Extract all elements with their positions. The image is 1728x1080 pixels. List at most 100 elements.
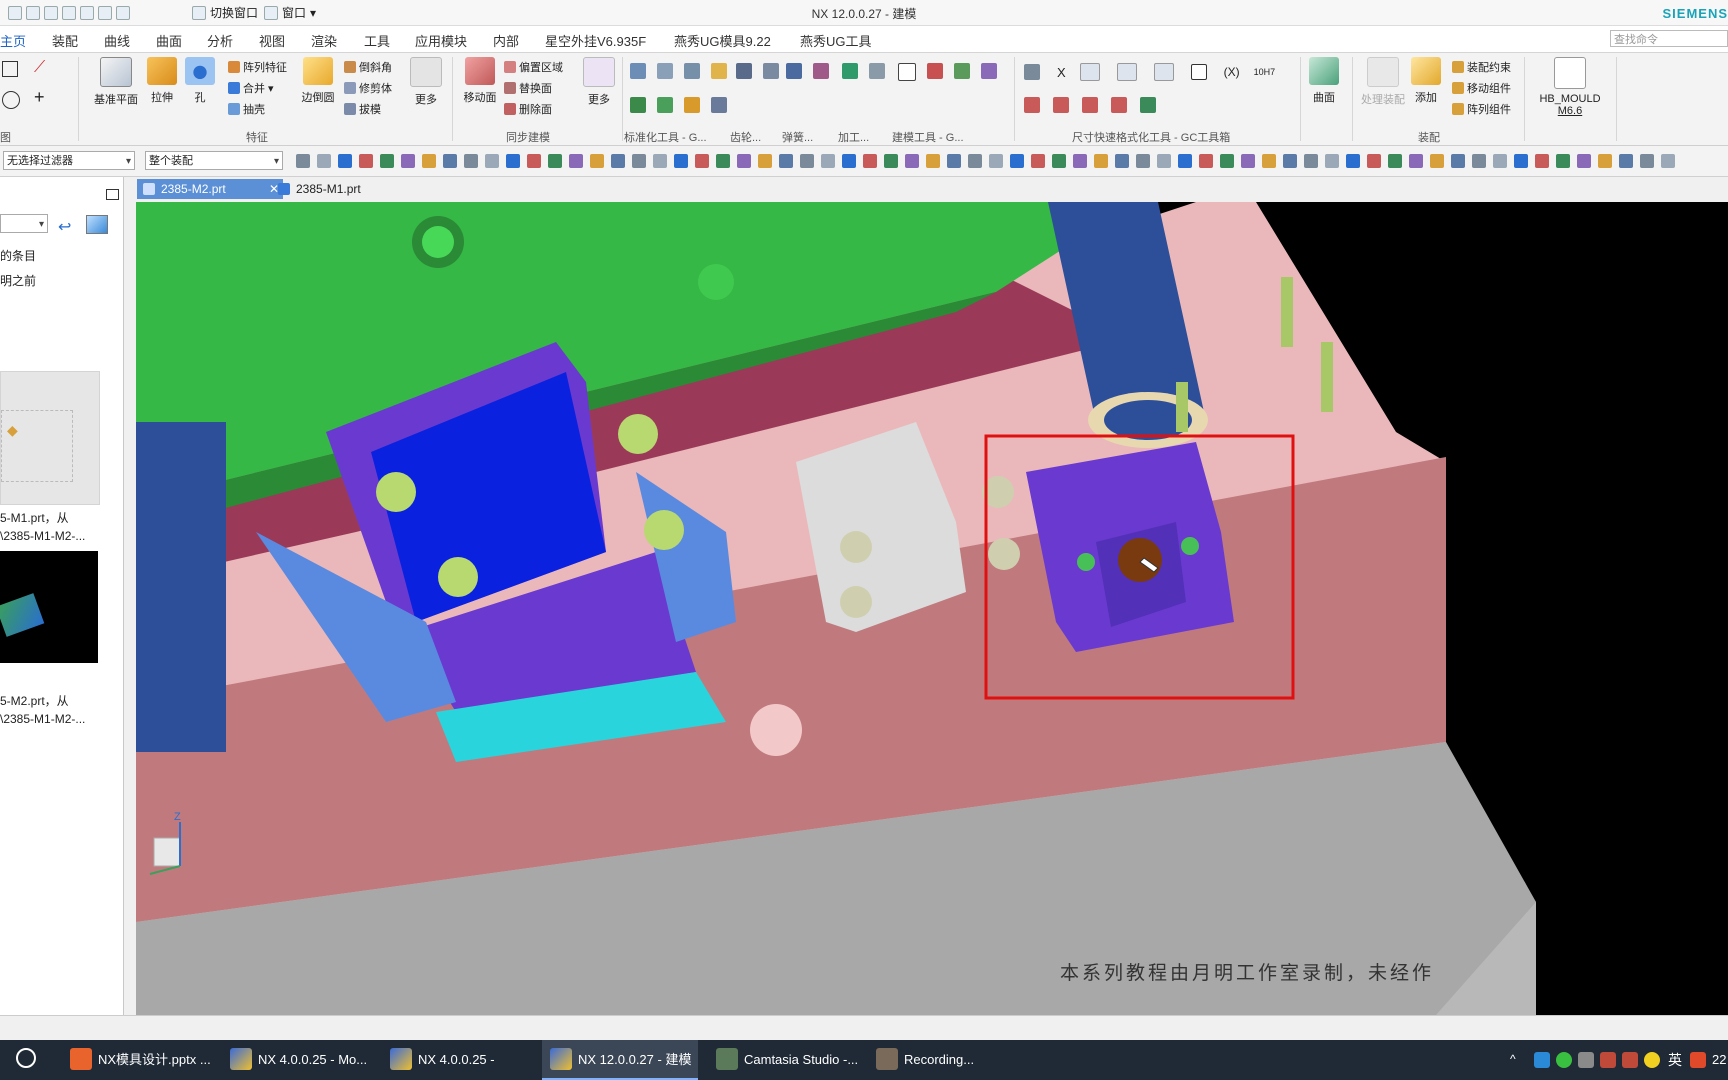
cut-icon[interactable] bbox=[44, 5, 58, 20]
snap-tool-icon[interactable] bbox=[1073, 154, 1087, 168]
snap-tool-icon[interactable] bbox=[569, 154, 583, 168]
snap-tool-icon[interactable] bbox=[653, 154, 667, 168]
std-tool-icon[interactable] bbox=[711, 63, 727, 79]
back-arrow-icon[interactable]: ↩ bbox=[58, 217, 71, 237]
model-view[interactable]: Z bbox=[136, 202, 1728, 1015]
snap-tool-icon[interactable] bbox=[800, 154, 814, 168]
snap-tool-icon[interactable] bbox=[674, 154, 688, 168]
snap-tool-icon[interactable] bbox=[422, 154, 436, 168]
snap-tool-icon[interactable] bbox=[1010, 154, 1024, 168]
tab-view[interactable]: 视图 bbox=[259, 31, 285, 50]
redo-icon[interactable] bbox=[26, 5, 40, 20]
add-component-button[interactable]: 添加 bbox=[1404, 57, 1448, 105]
dim-tolerance-button[interactable]: 10H7 bbox=[1254, 67, 1276, 77]
snap-tool-icon[interactable] bbox=[1535, 154, 1549, 168]
command-search-input[interactable]: 查找命令 bbox=[1610, 30, 1728, 47]
doc-tab-m2[interactable]: 2385-M2.prt ✕ bbox=[137, 179, 283, 199]
snap-tool-icon[interactable] bbox=[716, 154, 730, 168]
snap-tool-icon[interactable] bbox=[1367, 154, 1381, 168]
trim-body-button[interactable]: 修剪体 bbox=[344, 80, 392, 96]
repeat-command-icon[interactable] bbox=[116, 5, 130, 20]
snap-tool-icon[interactable] bbox=[1157, 154, 1171, 168]
snap-tool-icon[interactable] bbox=[821, 154, 835, 168]
tab-surface[interactable]: 曲面 bbox=[156, 31, 182, 50]
machining-tool-icon[interactable] bbox=[842, 63, 858, 79]
history-item-m1-name[interactable]: 5-M1.prt，从 bbox=[0, 509, 69, 526]
search-icon[interactable] bbox=[16, 1048, 36, 1068]
tray-app-icon[interactable] bbox=[1534, 1052, 1550, 1068]
doc-tab-m1[interactable]: 2385-M1.prt bbox=[272, 179, 392, 199]
tab-assembly[interactable]: 装配 bbox=[52, 31, 78, 50]
edge-blend-button[interactable]: 边倒圆 bbox=[296, 57, 340, 105]
snap-tool-icon[interactable] bbox=[548, 154, 562, 168]
snap-tool-icon[interactable] bbox=[737, 154, 751, 168]
snap-tool-icon[interactable] bbox=[359, 154, 373, 168]
tray-app-icon[interactable] bbox=[1578, 1052, 1594, 1068]
snap-tool-icon[interactable] bbox=[884, 154, 898, 168]
snap-tool-icon[interactable] bbox=[1346, 154, 1360, 168]
line-icon[interactable]: ⟋ bbox=[34, 59, 45, 77]
std-tool-icon[interactable] bbox=[630, 97, 646, 113]
surface-button[interactable]: 曲面 bbox=[1302, 57, 1346, 105]
tab-xingkong-plugin[interactable]: 星空外挂V6.935F bbox=[545, 31, 646, 50]
replace-face-button[interactable]: 替换面 bbox=[504, 80, 552, 96]
process-assembly-button[interactable]: 处理装配 bbox=[1356, 57, 1410, 107]
snap-tool-icon[interactable] bbox=[1514, 154, 1528, 168]
snap-tool-icon[interactable] bbox=[1262, 154, 1276, 168]
spring-tool-icon[interactable] bbox=[813, 63, 829, 79]
snap-tool-icon[interactable] bbox=[401, 154, 415, 168]
tab-analysis[interactable]: 分析 bbox=[207, 31, 233, 50]
assembly-constraints-button[interactable]: 装配约束 bbox=[1452, 59, 1511, 75]
snap-tool-icon[interactable] bbox=[989, 154, 1003, 168]
snap-tool-icon[interactable] bbox=[590, 154, 604, 168]
snap-tool-icon[interactable] bbox=[779, 154, 793, 168]
tray-app-icon[interactable] bbox=[1600, 1052, 1616, 1068]
snap-tool-icon[interactable] bbox=[863, 154, 877, 168]
taskbar-item-nx4-mo[interactable]: NX 4.0.0.25 - Mo... bbox=[222, 1040, 380, 1080]
dim-tool-icon[interactable] bbox=[1053, 97, 1069, 113]
dim-tool-icon[interactable] bbox=[1079, 63, 1100, 81]
history-filter-dropdown[interactable] bbox=[0, 214, 48, 234]
taskbar-item-pptx[interactable]: NX模具设计.pptx ... bbox=[62, 1040, 220, 1080]
snap-tool-icon[interactable] bbox=[1388, 154, 1402, 168]
snap-tool-icon[interactable] bbox=[338, 154, 352, 168]
tray-chevron-icon[interactable]: ^ bbox=[1510, 1052, 1526, 1068]
modeling-tool-icon[interactable] bbox=[927, 63, 943, 79]
snap-tool-icon[interactable] bbox=[1283, 154, 1297, 168]
dim-tool-icon[interactable] bbox=[1116, 63, 1137, 81]
circle-icon[interactable] bbox=[2, 91, 20, 109]
snap-tool-icon[interactable] bbox=[1577, 154, 1591, 168]
history-item-m2-name[interactable]: 5-M2.prt，从 bbox=[0, 692, 69, 709]
move-component-button[interactable]: 移动组件 bbox=[1452, 80, 1511, 96]
gear-tool-icon[interactable] bbox=[763, 63, 779, 79]
snap-tool-icon[interactable] bbox=[1094, 154, 1108, 168]
snap-tool-icon[interactable] bbox=[1556, 154, 1570, 168]
point-icon[interactable]: + bbox=[34, 87, 45, 108]
dim-box-icon[interactable] bbox=[1190, 64, 1207, 80]
snap-tool-icon[interactable] bbox=[317, 154, 331, 168]
std-tool-icon[interactable] bbox=[657, 97, 673, 113]
touch-mode-icon[interactable] bbox=[98, 5, 112, 20]
pattern-feature-button[interactable]: 阵列特征 bbox=[228, 59, 287, 75]
snap-tool-icon[interactable] bbox=[1052, 154, 1066, 168]
draft-button[interactable]: 拔模 bbox=[344, 101, 381, 117]
history-thumbnail-m2[interactable] bbox=[0, 551, 98, 663]
paste-icon[interactable] bbox=[80, 5, 94, 20]
move-face-button[interactable]: 移动面 bbox=[458, 57, 502, 105]
snap-tool-icon[interactable] bbox=[464, 154, 478, 168]
rectangle-icon[interactable] bbox=[2, 61, 18, 77]
combine-button[interactable]: 合并 ▾ bbox=[228, 80, 274, 96]
shell-button[interactable]: 抽壳 bbox=[228, 101, 265, 117]
std-tool-icon[interactable] bbox=[684, 63, 700, 79]
tab-internal[interactable]: 内部 bbox=[493, 31, 519, 50]
dim-tool-icon[interactable] bbox=[1140, 97, 1156, 113]
dim-tool-icon[interactable] bbox=[1153, 63, 1174, 81]
tray-app-icon[interactable] bbox=[1622, 1052, 1638, 1068]
switch-window-button[interactable]: 切换窗口 bbox=[192, 4, 258, 21]
taskbar-item-recording[interactable]: Recording... bbox=[868, 1040, 1026, 1080]
hole-button[interactable]: 孔 bbox=[178, 57, 222, 105]
dim-tool-icon[interactable] bbox=[1111, 97, 1127, 113]
snap-tool-icon[interactable] bbox=[485, 154, 499, 168]
snap-tool-icon[interactable] bbox=[506, 154, 520, 168]
dim-tool-icon[interactable] bbox=[1024, 64, 1040, 80]
